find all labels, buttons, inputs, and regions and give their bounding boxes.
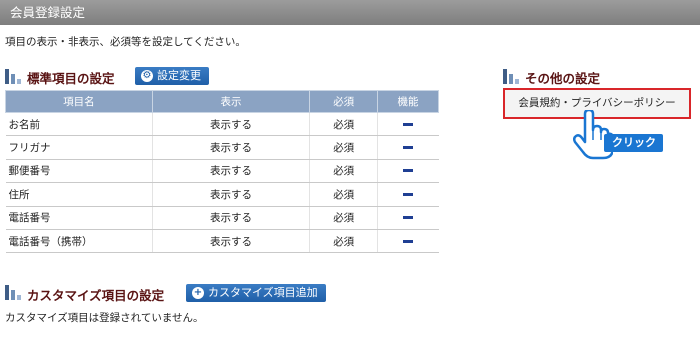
item-name: 電話番号	[5, 206, 153, 230]
item-required: 必須	[309, 182, 378, 207]
item-name: お名前	[5, 112, 153, 137]
table-row: 電話番号 表示する 必須	[5, 206, 439, 230]
item-name: 郵便番号	[5, 159, 153, 184]
other-section-title: その他の設定	[525, 71, 601, 86]
add-custom-item-label: カスタマイズ項目追加	[208, 286, 318, 299]
section-bars-icon	[503, 69, 520, 84]
table-row: フリガナ 表示する 必須	[5, 135, 439, 160]
custom-empty-message: カスタマイズ項目は登録されていません。	[5, 312, 204, 324]
minus-icon	[403, 216, 414, 220]
minus-icon	[403, 122, 414, 126]
column-header-display: 表示	[151, 90, 311, 113]
minus-icon	[403, 239, 414, 243]
gear-icon: ⚙	[141, 70, 153, 82]
settings-change-button[interactable]: ⚙ 設定変更	[135, 67, 209, 85]
page-description: 項目の表示・非表示、必須等を設定してください。	[5, 36, 246, 48]
add-custom-item-button[interactable]: + カスタマイズ項目追加	[186, 284, 326, 302]
item-required: 必須	[309, 135, 378, 160]
table-header-row: 項目名 表示 必須 機能	[5, 90, 439, 113]
minus-icon	[403, 146, 414, 150]
plus-icon: +	[192, 287, 204, 299]
column-header-function: 機能	[377, 90, 439, 113]
table-row: 郵便番号 表示する 必須	[5, 159, 439, 184]
table-row: 住所 表示する 必須	[5, 182, 439, 207]
minus-icon	[403, 192, 414, 196]
page-title: 会員登録設定	[10, 5, 86, 20]
item-name: 住所	[5, 182, 153, 207]
item-required: 必須	[309, 159, 378, 184]
settings-change-label: 設定変更	[157, 69, 201, 82]
table-row: 電話番号（携帯） 表示する 必須	[5, 229, 439, 254]
click-badge: クリック	[604, 134, 663, 152]
item-display: 表示する	[151, 206, 310, 230]
standard-items-table: 項目名 表示 必須 機能 お名前 表示する 必須 フリガナ 表示する 必須 郵便…	[5, 90, 439, 254]
column-header-item-name: 項目名	[5, 90, 153, 113]
section-bars-icon	[5, 69, 22, 84]
item-name: 電話番号（携帯）	[5, 229, 153, 254]
page-header: 会員登録設定	[0, 0, 700, 25]
item-required: 必須	[309, 229, 378, 254]
minus-icon	[403, 169, 414, 173]
item-display: 表示する	[151, 159, 310, 184]
item-name: フリガナ	[5, 135, 153, 160]
item-display: 表示する	[151, 229, 310, 254]
table-row: お名前 表示する 必須	[5, 112, 439, 137]
item-required: 必須	[309, 206, 378, 230]
item-required: 必須	[309, 112, 378, 137]
item-display: 表示する	[151, 135, 310, 160]
custom-section-title: カスタマイズ項目の設定	[27, 288, 165, 303]
column-header-required: 必須	[309, 90, 379, 113]
item-display: 表示する	[151, 112, 310, 137]
item-display: 表示する	[151, 182, 310, 207]
section-bars-icon	[5, 285, 22, 300]
standard-section-title: 標準項目の設定	[27, 71, 115, 86]
